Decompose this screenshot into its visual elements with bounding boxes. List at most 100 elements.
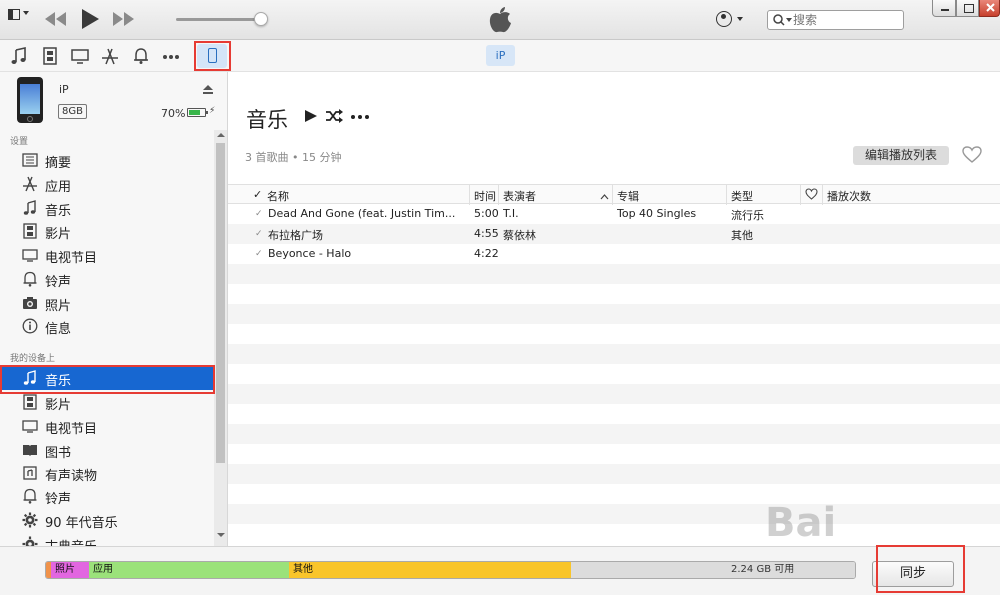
sidebar-item-device-audiobooks[interactable]: 有声读物 bbox=[0, 461, 214, 485]
sidebar-scrollbar[interactable] bbox=[214, 130, 227, 546]
account-button[interactable] bbox=[716, 10, 748, 30]
minimize-window-button[interactable] bbox=[932, 0, 956, 17]
storage-segment-apps: 应用 bbox=[89, 562, 289, 578]
search-icon bbox=[772, 13, 794, 27]
song-time: 4:22 bbox=[474, 247, 499, 260]
sidebar-item-music[interactable]: 音乐 bbox=[0, 196, 214, 220]
sidebar-item-label: 影片 bbox=[45, 227, 72, 242]
maximize-window-button[interactable] bbox=[956, 0, 979, 17]
sidebar-item-playlist-90s[interactable]: 90 年代音乐 bbox=[0, 508, 214, 532]
sidebar-item-playlist-classical[interactable]: 古典音乐 bbox=[0, 532, 214, 546]
column-artist[interactable]: 表演者 bbox=[503, 188, 536, 204]
sidebar-item-summary[interactable]: 摘要 bbox=[0, 148, 214, 172]
book-icon bbox=[22, 442, 38, 458]
main-panel: 音乐 3 首歌曲 • 15 分钟 编辑播放列表 ✓ 名称 时间 表演者 专辑 类… bbox=[228, 72, 1000, 546]
volume-slider[interactable] bbox=[176, 12, 268, 26]
media-kind-bar: iP bbox=[0, 40, 1000, 72]
top-toolbar bbox=[0, 0, 1000, 40]
search-input[interactable] bbox=[793, 12, 898, 28]
device-pill[interactable]: iP bbox=[486, 45, 515, 66]
play-button[interactable] bbox=[79, 7, 101, 31]
sidebar-item-apps[interactable]: 应用 bbox=[0, 172, 214, 196]
sort-ascending-icon[interactable] bbox=[600, 190, 609, 203]
song-genre: 流行乐 bbox=[731, 209, 764, 222]
gear-icon bbox=[22, 512, 38, 528]
bell-icon bbox=[22, 488, 38, 504]
row-check-icon[interactable]: ✓ bbox=[255, 229, 263, 239]
scroll-up-icon[interactable] bbox=[217, 133, 225, 137]
info-icon bbox=[22, 318, 38, 334]
previous-track-button[interactable] bbox=[43, 7, 69, 31]
more-options-icon[interactable] bbox=[350, 108, 370, 124]
camera-icon bbox=[22, 295, 38, 311]
search-box[interactable] bbox=[767, 10, 904, 30]
eject-icon[interactable] bbox=[203, 85, 213, 95]
empty-row bbox=[228, 324, 1000, 344]
music-icon bbox=[22, 200, 38, 216]
volume-knob[interactable] bbox=[254, 12, 268, 26]
heart-icon[interactable] bbox=[962, 146, 982, 164]
edit-playlist-button[interactable]: 编辑播放列表 bbox=[853, 146, 949, 165]
table-row[interactable]: ✓ Dead And Gone (feat. Justin Tim... 5:0… bbox=[228, 204, 1000, 224]
storage-segment-other: 其他 bbox=[289, 562, 571, 578]
sidebar-item-label: 90 年代音乐 bbox=[45, 516, 118, 531]
free-space-label: 2.24 GB 可用 bbox=[731, 564, 795, 575]
account-icon bbox=[716, 11, 732, 27]
close-window-button[interactable] bbox=[979, 0, 1000, 17]
sidebar-item-ringtones[interactable]: 铃声 bbox=[0, 267, 214, 291]
scroll-thumb[interactable] bbox=[216, 143, 225, 463]
menu-toggle-icon[interactable] bbox=[6, 6, 32, 24]
apple-logo-icon bbox=[487, 6, 513, 34]
sidebar-item-films[interactable]: 影片 bbox=[0, 219, 214, 243]
empty-row bbox=[228, 444, 1000, 464]
highlight-frame bbox=[194, 41, 231, 71]
highlight-frame bbox=[876, 545, 965, 593]
more-icon[interactable] bbox=[162, 47, 180, 65]
sidebar-item-label: 图书 bbox=[45, 446, 72, 461]
sidebar-item-device-ringtones[interactable]: 铃声 bbox=[0, 484, 214, 508]
bell-icon bbox=[22, 271, 38, 287]
sidebar-item-label: 电视节目 bbox=[45, 251, 98, 266]
column-plays[interactable]: 播放次数 bbox=[827, 188, 871, 204]
column-genre[interactable]: 类型 bbox=[731, 188, 753, 204]
next-track-button[interactable] bbox=[110, 7, 136, 31]
shuffle-icon[interactable] bbox=[325, 108, 343, 124]
sidebar-item-tv[interactable]: 电视节目 bbox=[0, 243, 214, 267]
song-table-header: ✓ 名称 时间 表演者 专辑 类型 播放次数 bbox=[228, 184, 1000, 205]
sidebar-item-photos[interactable]: 照片 bbox=[0, 291, 214, 315]
row-check-icon[interactable]: ✓ bbox=[255, 209, 263, 219]
film-icon[interactable] bbox=[41, 47, 59, 65]
column-check[interactable]: ✓ bbox=[253, 188, 262, 201]
battery-percent: 70% bbox=[161, 107, 186, 120]
play-icon[interactable] bbox=[304, 108, 318, 124]
sidebar-item-label: 应用 bbox=[45, 180, 72, 195]
column-time[interactable]: 时间 bbox=[474, 188, 496, 204]
table-row[interactable]: ✓ Beyonce - Halo 4:22 bbox=[228, 244, 1000, 264]
table-row[interactable]: ✓ 布拉格广场 4:55 蔡依林 其他 bbox=[228, 224, 1000, 244]
page-title: 音乐 bbox=[246, 108, 288, 132]
empty-row bbox=[228, 504, 1000, 524]
bottom-bar: 照片 应用 其他 2.24 GB 可用 同步 bbox=[0, 545, 1000, 595]
device-header[interactable]: iP 8GB 70% ⚡ bbox=[0, 72, 216, 130]
column-album[interactable]: 专辑 bbox=[617, 188, 639, 204]
film-icon bbox=[22, 394, 38, 410]
column-name[interactable]: 名称 bbox=[267, 188, 289, 204]
sidebar-item-label: 电视节目 bbox=[45, 422, 98, 437]
app-store-icon[interactable] bbox=[101, 47, 119, 65]
music-icon[interactable] bbox=[10, 47, 28, 65]
sidebar-item-device-tv[interactable]: 电视节目 bbox=[0, 414, 214, 438]
device-capacity: 8GB bbox=[58, 104, 87, 119]
scroll-down-icon[interactable] bbox=[217, 533, 225, 537]
film-icon bbox=[22, 223, 38, 239]
row-check-icon[interactable]: ✓ bbox=[255, 249, 263, 259]
bell-icon[interactable] bbox=[132, 47, 150, 65]
song-artist: 蔡依林 bbox=[503, 229, 536, 242]
sidebar: iP 8GB 70% ⚡ 设置 摘要 应用 音乐 影片 电视节目 铃声 照片 信… bbox=[0, 72, 228, 546]
tv-icon[interactable] bbox=[71, 47, 89, 65]
empty-row bbox=[228, 484, 1000, 504]
sidebar-item-info[interactable]: 信息 bbox=[0, 314, 214, 338]
column-love-heart-icon[interactable] bbox=[805, 188, 818, 203]
sidebar-item-device-books[interactable]: 图书 bbox=[0, 438, 214, 462]
charging-icon: ⚡ bbox=[209, 106, 216, 116]
storage-capacity-bar[interactable]: 照片 应用 其他 2.24 GB 可用 bbox=[45, 561, 856, 579]
